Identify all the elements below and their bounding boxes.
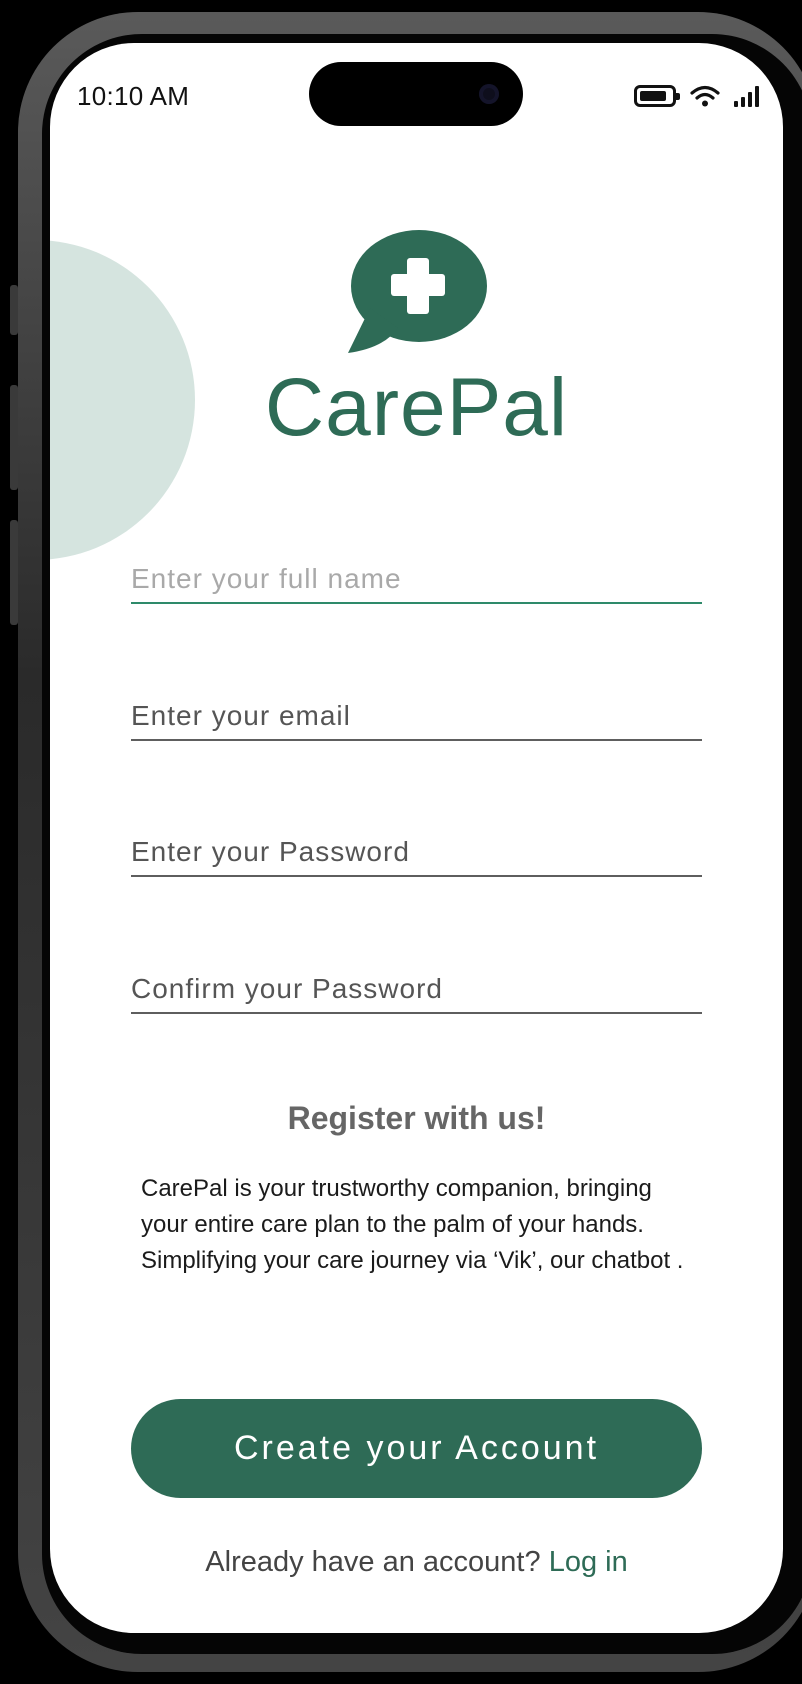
mute-switch — [10, 285, 18, 335]
status-time: 10:10 AM — [77, 81, 190, 111]
wifi-icon — [690, 85, 720, 107]
confirm-password-field[interactable] — [131, 958, 702, 1014]
battery-icon — [634, 85, 680, 107]
email-field[interactable] — [131, 685, 702, 741]
full-name-input[interactable] — [131, 548, 702, 602]
status-icons — [634, 83, 759, 109]
email-input[interactable] — [131, 685, 702, 739]
volume-up-button — [10, 385, 18, 490]
chat-bubble-medical-cross-icon — [348, 230, 487, 353]
password-input[interactable] — [131, 821, 702, 875]
app-title: CarePal — [264, 362, 569, 453]
volume-down-button — [10, 520, 18, 625]
app-description: CarePal is your trustworthy companion, b… — [141, 1175, 684, 1274]
create-account-button[interactable]: Create your Account — [131, 1399, 702, 1498]
camera-icon — [479, 84, 499, 104]
confirm-password-input[interactable] — [131, 958, 702, 1012]
app-screen: 10:10 AM CarePal Register with us! CareP… — [50, 43, 783, 1633]
full-name-field[interactable] — [131, 548, 702, 604]
login-prompt-row: Already have an account? Log in — [50, 1546, 783, 1579]
login-prompt-text: Already have an account? — [205, 1546, 541, 1578]
cellular-signal-icon — [734, 85, 759, 107]
dynamic-island — [309, 62, 523, 126]
password-field[interactable] — [131, 821, 702, 877]
register-heading: Register with us! — [287, 1100, 546, 1136]
login-link[interactable]: Log in — [549, 1546, 628, 1578]
